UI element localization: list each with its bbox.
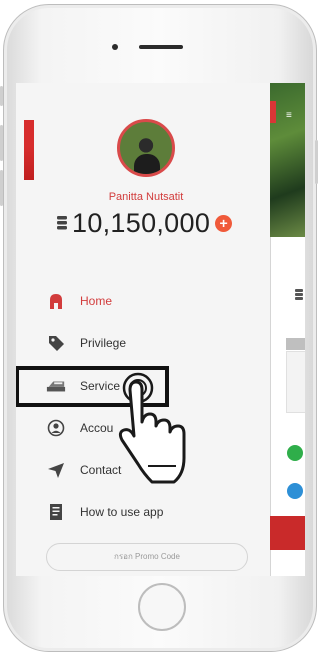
volume-down-button <box>0 170 3 206</box>
background-grey-block <box>286 338 305 350</box>
background-coin-icon <box>295 289 303 300</box>
promo-code-input[interactable]: กรอก Promo Code <box>46 543 248 571</box>
background-card <box>286 351 305 413</box>
coin-stack-icon <box>57 216 67 230</box>
earpiece-speaker <box>139 45 183 49</box>
background-app: ≡ <box>270 83 305 576</box>
pointing-hand-icon <box>118 372 186 484</box>
paper-plane-icon <box>46 460 66 480</box>
red-edge-accent <box>24 120 34 180</box>
menu-item-label: Privilege <box>80 336 127 350</box>
points-value: 10,150,000 <box>72 207 211 238</box>
user-name: Panitta Nutsatit <box>108 191 184 203</box>
menu-item-label: Home <box>80 294 113 308</box>
avatar-figure <box>134 154 160 174</box>
menu-item-privilege[interactable]: Privilege <box>46 331 126 355</box>
power-button <box>315 140 318 184</box>
home-button[interactable] <box>138 583 186 631</box>
volume-up-button <box>0 125 3 161</box>
avatar[interactable] <box>117 119 175 177</box>
menu-item-label: How to use app <box>80 505 164 519</box>
menu-item-account[interactable]: Accou <box>46 416 113 440</box>
background-red-bar <box>270 516 305 550</box>
navigation-drawer: Panitta Nutsatit 10,150,000 + Home Privi… <box>16 83 270 576</box>
tag-icon <box>46 333 66 353</box>
background-menu-icon[interactable]: ≡ <box>286 111 300 121</box>
home-icon <box>46 291 66 311</box>
background-red-tab <box>270 101 276 123</box>
phone-screen: ≡ Panitta Nutsatit 10,150,000 + Home Pri… <box>16 83 305 576</box>
document-icon <box>46 502 66 522</box>
add-points-button[interactable]: + <box>215 214 233 232</box>
menu-item-home[interactable]: Home <box>46 289 112 313</box>
menu-item-how-to-use[interactable]: How to use app <box>46 500 163 524</box>
mute-switch <box>0 86 3 106</box>
background-blue-icon[interactable] <box>287 483 303 499</box>
account-icon <box>46 418 66 438</box>
front-camera <box>112 44 118 50</box>
points-balance: 10,150,000 + <box>56 207 233 239</box>
background-green-icon[interactable] <box>287 445 303 461</box>
